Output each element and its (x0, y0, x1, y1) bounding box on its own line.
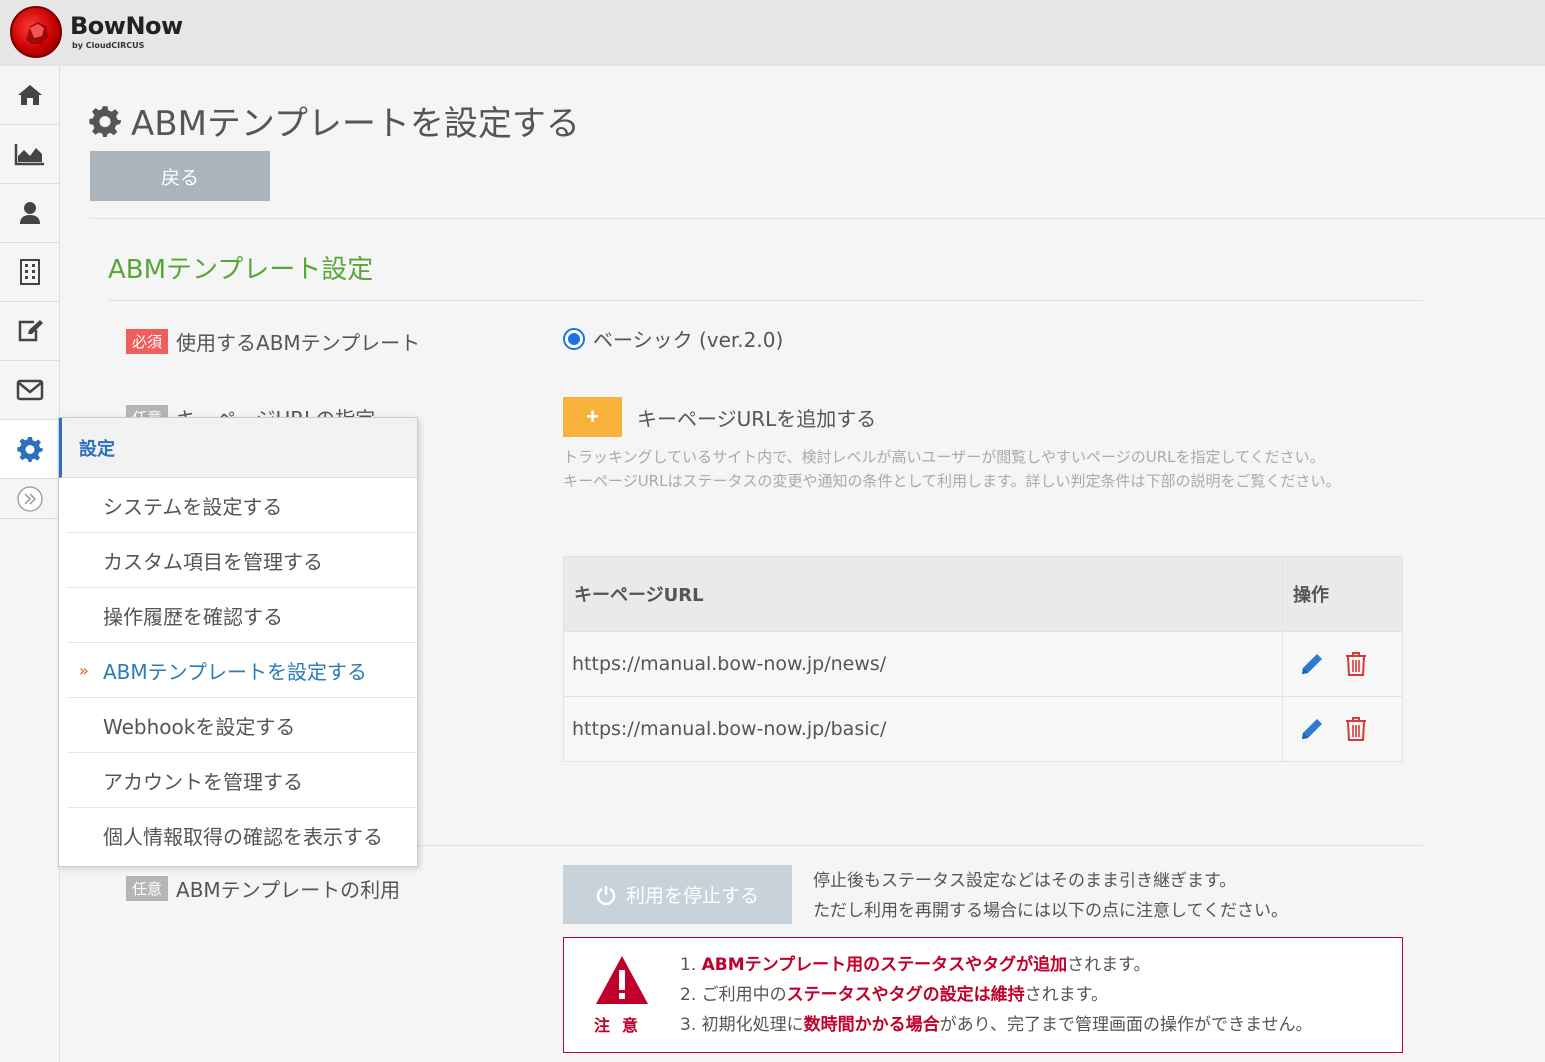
divider (108, 300, 1423, 301)
table-row: https://manual.bow-now.jp/basic/ (563, 696, 1403, 762)
nav-forms[interactable] (0, 302, 59, 361)
nav-settings[interactable] (0, 420, 68, 479)
plus-icon: + (586, 404, 599, 429)
ops-cell (1282, 631, 1403, 697)
brand-name[interactable]: BowNow (70, 12, 183, 40)
warning-list: 1. ABMテンプレート用のステータスやタグが追加されます。 2. ご利用中のス… (680, 950, 1312, 1040)
required-badge: 必須 (126, 329, 169, 354)
keypage-help: トラッキングしているサイト内で、検討レベルが高いユーザーが閲覧しやすいページのU… (563, 445, 1403, 493)
menu-item-accounts[interactable]: アカウントを管理する (67, 753, 417, 808)
stop-usage-button[interactable]: 利用を停止する (563, 865, 792, 924)
template-row-label: 必須 使用するABMテンプレート (126, 327, 420, 356)
bownow-logo-icon[interactable] (10, 6, 62, 58)
add-keypage-button[interactable]: + (563, 397, 622, 437)
template-label: 使用するABMテンプレート (176, 331, 421, 355)
help-line-2: キーページURLはステータスの変更や通知の条件として利用します。詳しい判定条件は… (563, 472, 1341, 490)
template-option[interactable]: ベーシック (ver.2.0) (563, 324, 783, 353)
back-button[interactable]: 戻る (90, 151, 270, 201)
ops-cell (1282, 696, 1403, 762)
col-header-ops: 操作 (1282, 556, 1403, 632)
warning-item: 1. ABMテンプレート用のステータスやタグが追加されます。 (680, 955, 1151, 975)
menu-item-system[interactable]: システムを設定する (67, 478, 417, 533)
edit-icon (18, 320, 43, 342)
side-nav (0, 66, 68, 1062)
sidebar-expand-button[interactable] (0, 479, 59, 519)
nav-contacts[interactable] (0, 184, 59, 243)
divider (90, 218, 1545, 219)
menu-item-privacy[interactable]: 個人情報取得の確認を表示する (67, 808, 417, 863)
page-title-text: ABMテンプレートを設定する (131, 104, 580, 144)
active-marker-icon: » (79, 660, 89, 680)
keypage-url-cell: https://manual.bow-now.jp/basic/ (563, 696, 1283, 762)
nav-analytics[interactable] (0, 125, 59, 184)
add-keypage-label[interactable]: キーページURLを追加する (637, 403, 876, 432)
gear-icon (16, 437, 43, 462)
trash-icon[interactable] (1345, 716, 1367, 742)
mail-icon (16, 379, 43, 401)
optional-badge: 任意 (126, 876, 169, 901)
building-icon (19, 259, 40, 285)
keypage-table: キーページURL 操作 https://manual.bow-now.jp/ne… (563, 556, 1403, 762)
help-line-1: トラッキングしているサイト内で、検討レベルが高いユーザーが閲覧しやすいページのU… (563, 448, 1325, 466)
user-icon (19, 202, 40, 224)
top-bar: BowNow by CloudCIRCUS (0, 0, 1545, 66)
section-title: ABMテンプレート設定 (108, 255, 374, 285)
nav-companies[interactable] (0, 243, 59, 302)
settings-menu-header: 設定 (59, 418, 417, 478)
home-icon (17, 85, 42, 105)
usage-row-label: 任意 ABMテンプレートの利用 (126, 874, 400, 903)
trash-icon[interactable] (1345, 651, 1367, 677)
template-option-label: ベーシック (ver.2.0) (593, 328, 784, 352)
warning-label: 注意 (594, 1016, 651, 1035)
menu-item-webhook[interactable]: Webhookを設定する (67, 698, 417, 753)
keypage-url-cell: https://manual.bow-now.jp/news/ (563, 631, 1283, 697)
chart-area-icon (14, 144, 44, 166)
col-header-url: キーページURL (563, 556, 1283, 632)
stop-note-line-2: ただし利用を再開する場合には以下の点に注意してください。 (813, 901, 1288, 921)
brand-sub: by CloudCIRCUS (72, 41, 145, 50)
nav-mail[interactable] (0, 361, 59, 420)
power-icon (596, 885, 616, 905)
usage-label: ABMテンプレートの利用 (176, 878, 401, 902)
stop-note: 停止後もステータス設定などはそのまま引き継ぎます。 ただし利用を再開する場合には… (813, 866, 1288, 926)
menu-item-abm-template[interactable]: » ABMテンプレートを設定する (67, 643, 417, 698)
gear-icon (89, 105, 121, 137)
menu-item-custom-fields[interactable]: カスタム項目を管理する (67, 533, 417, 588)
warning-item: 2. ご利用中のステータスやタグの設定は維持されます。 (680, 985, 1108, 1005)
template-radio[interactable] (563, 327, 585, 350)
divider (401, 845, 1423, 846)
stop-usage-label: 利用を停止する (625, 886, 759, 907)
table-row: https://manual.bow-now.jp/news/ (563, 631, 1403, 697)
warning-box: 注意 1. ABMテンプレート用のステータスやタグが追加されます。 2. ご利用… (563, 937, 1403, 1053)
pencil-icon[interactable] (1299, 651, 1325, 677)
menu-item-history[interactable]: 操作履歴を確認する (67, 588, 417, 643)
settings-menu: 設定 システムを設定する カスタム項目を管理する 操作履歴を確認する » ABM… (58, 417, 418, 867)
warning-icon (594, 954, 650, 1010)
warning-item: 3. 初期化処理に数時間かかる場合があり、完了まで管理画面の操作ができません。 (680, 1015, 1313, 1035)
nav-home[interactable] (0, 66, 59, 125)
pencil-icon[interactable] (1299, 716, 1325, 742)
double-chevron-right-icon (16, 485, 43, 512)
stop-note-line-1: 停止後もステータス設定などはそのまま引き継ぎます。 (813, 871, 1237, 891)
page-title: ABMテンプレートを設定する (89, 96, 580, 145)
